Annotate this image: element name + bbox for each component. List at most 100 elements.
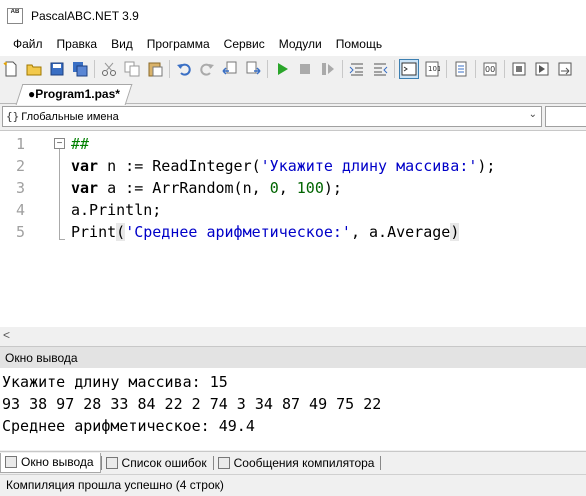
output-line: Среднее арифметическое: 49.4 bbox=[2, 417, 255, 435]
undo-icon bbox=[177, 63, 191, 76]
ide-window: AB PascalABC.NET 3.9 Файл Правка Вид Про… bbox=[0, 0, 586, 496]
menu-file[interactable]: Файл bbox=[6, 32, 50, 56]
toolbar-separator bbox=[94, 60, 95, 78]
navigate-forward-icon bbox=[246, 61, 261, 75]
scroll-left-icon[interactable]: < bbox=[3, 328, 10, 342]
paste-icon bbox=[148, 62, 163, 77]
compiler-messages-icon bbox=[217, 456, 230, 469]
editor-tab-strip: ●Program1.pas* bbox=[0, 82, 586, 105]
error-list-icon bbox=[105, 456, 118, 469]
braces-icon: {} bbox=[6, 110, 20, 123]
debug-step-over-button[interactable] bbox=[555, 59, 575, 79]
line-number-gutter: 1 2 3 4 5 bbox=[0, 131, 50, 327]
code-line-4: a.Println; bbox=[71, 201, 162, 219]
code-line-1: ## bbox=[71, 135, 90, 153]
step-into-icon bbox=[535, 62, 549, 76]
save-button[interactable] bbox=[47, 59, 67, 79]
step-icon bbox=[322, 63, 334, 75]
form-button[interactable] bbox=[451, 59, 471, 79]
copy-button[interactable] bbox=[122, 59, 142, 79]
tab-output-window[interactable]: Окно вывода bbox=[0, 452, 101, 473]
unindent-button[interactable] bbox=[370, 59, 390, 79]
member-selector[interactable] bbox=[545, 106, 586, 127]
navigate-back-button[interactable] bbox=[220, 59, 240, 79]
status-bar: Компиляция прошла успешно (4 строк) bbox=[0, 474, 586, 496]
new-file-icon bbox=[3, 61, 17, 77]
watch-icon bbox=[512, 62, 526, 76]
line-number: 5 bbox=[16, 223, 26, 241]
tab-error-list[interactable]: Список ошибок bbox=[102, 453, 213, 473]
stop-icon bbox=[300, 64, 310, 74]
menu-service[interactable]: Сервис bbox=[217, 32, 272, 56]
output-panel[interactable]: Укажите длину массива: 15 93 38 97 28 33… bbox=[0, 368, 586, 450]
stop-button[interactable] bbox=[295, 59, 315, 79]
scope-bar: {} Глобальные имена ⌄ bbox=[0, 105, 586, 129]
tab-program1[interactable]: ●Program1.pas* bbox=[15, 84, 133, 105]
fold-line-end bbox=[59, 239, 65, 240]
menu-modules[interactable]: Модули bbox=[272, 32, 329, 56]
fold-toggle-icon[interactable]: − bbox=[54, 138, 65, 149]
tab-separator bbox=[380, 455, 382, 470]
step-button[interactable] bbox=[318, 59, 338, 79]
horizontal-scrollbar[interactable]: < bbox=[0, 327, 586, 343]
run-button[interactable] bbox=[272, 59, 292, 79]
redo-button[interactable] bbox=[197, 59, 217, 79]
code-template-button[interactable]: 00 bbox=[480, 59, 500, 79]
debug-run-button[interactable] bbox=[509, 59, 529, 79]
title-bar: AB PascalABC.NET 3.9 bbox=[0, 0, 586, 32]
save-all-button[interactable] bbox=[70, 59, 90, 79]
navigate-back-icon bbox=[222, 61, 237, 75]
line-number: 2 bbox=[16, 157, 26, 175]
navigate-forward-button[interactable] bbox=[243, 59, 263, 79]
scope-selector[interactable]: {} Глобальные имена ⌄ bbox=[2, 106, 542, 127]
app-icon: AB bbox=[7, 8, 23, 24]
undo-button[interactable] bbox=[174, 59, 194, 79]
scope-label: Глобальные имена bbox=[21, 110, 119, 123]
tab-compiler-messages[interactable]: Сообщения компилятора bbox=[214, 453, 381, 473]
indent-button[interactable] bbox=[347, 59, 367, 79]
breakpoint-icon: 00 bbox=[483, 62, 497, 76]
menu-program[interactable]: Программа bbox=[140, 32, 217, 56]
debug-icon bbox=[455, 61, 467, 77]
code-line-5: Print('Среднее арифметическое:', a.Avera… bbox=[71, 223, 460, 241]
line-number: 4 bbox=[16, 201, 26, 219]
save-icon bbox=[50, 62, 64, 76]
menu-help[interactable]: Помощь bbox=[329, 32, 389, 56]
line-number: 3 bbox=[16, 179, 26, 197]
output-panel-header: Окно вывода bbox=[0, 346, 586, 368]
menu-view[interactable]: Вид bbox=[104, 32, 140, 56]
cut-button[interactable] bbox=[99, 59, 119, 79]
cut-icon bbox=[102, 62, 116, 76]
code-line-2: var n := ReadInteger('Укажите длину масс… bbox=[71, 157, 496, 175]
open-button[interactable] bbox=[24, 59, 44, 79]
open-icon bbox=[26, 64, 42, 76]
settings-icon: 101 bbox=[425, 61, 440, 77]
window-title: PascalABC.NET 3.9 bbox=[31, 9, 139, 23]
step-over-icon bbox=[558, 62, 572, 76]
toolbar-separator bbox=[169, 60, 170, 78]
compile-button[interactable]: 101 bbox=[422, 59, 442, 79]
code-editor[interactable]: 1 2 3 4 5 − ## var n := ReadInteger('Ука… bbox=[0, 130, 586, 343]
chevron-down-icon: ⌄ bbox=[528, 109, 537, 120]
bottom-tab-strip: Окно вывода Список ошибок Сообщения комп… bbox=[0, 451, 586, 473]
paste-button[interactable] bbox=[145, 59, 165, 79]
save-all-icon bbox=[73, 62, 88, 77]
format-icon bbox=[401, 62, 417, 76]
output-window-icon bbox=[5, 456, 17, 468]
fold-line bbox=[59, 149, 60, 239]
new-file-button[interactable] bbox=[1, 59, 21, 79]
toolbar: 101 00 bbox=[0, 56, 586, 82]
output-window-toggle[interactable] bbox=[399, 59, 419, 79]
toggle-editor-icon bbox=[374, 63, 388, 76]
menu-edit[interactable]: Правка bbox=[50, 32, 105, 56]
copy-icon bbox=[124, 61, 140, 77]
line-number: 1 bbox=[16, 135, 26, 153]
svg-text:101: 101 bbox=[428, 65, 440, 73]
redo-icon bbox=[200, 63, 214, 76]
toolbar-separator bbox=[475, 60, 476, 78]
output-line: Укажите длину массива: 15 bbox=[2, 373, 228, 391]
toggle-output-icon bbox=[349, 63, 363, 76]
toolbar-separator bbox=[267, 60, 268, 78]
run-icon bbox=[278, 63, 288, 75]
debug-step-button[interactable] bbox=[532, 59, 552, 79]
